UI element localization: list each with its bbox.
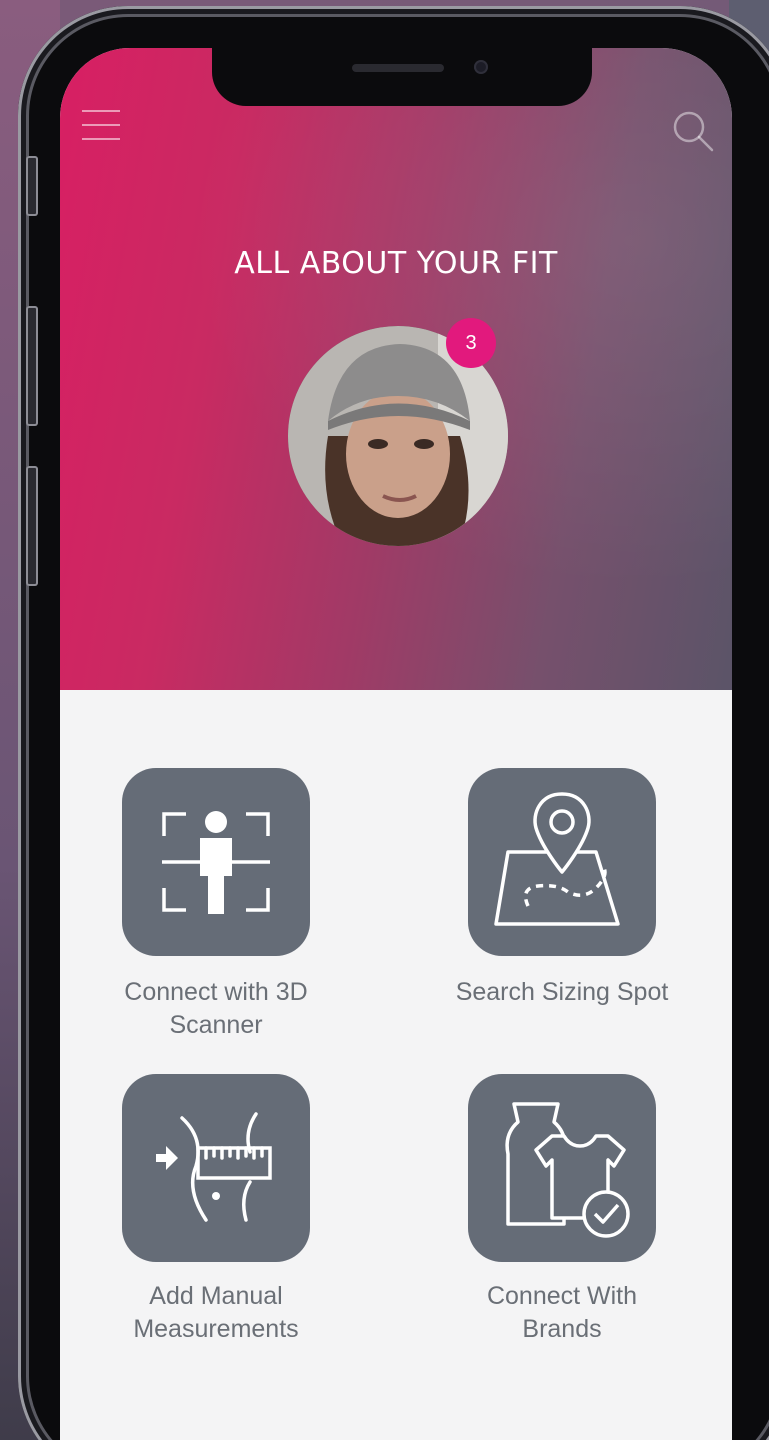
app-screen: ALL ABOUT YOUR FIT 3 Connect with 3D Sca… <box>60 48 732 1440</box>
volume-up-button <box>26 306 38 426</box>
clothing-check-icon <box>505 1102 630 1238</box>
hamburger-menu-icon[interactable] <box>82 110 120 144</box>
label-line-2: Measurements <box>133 1315 299 1343</box>
body-scan-icon <box>162 811 270 914</box>
label-line-1: Search Sizing Spot <box>455 978 669 1006</box>
search-icon[interactable] <box>668 106 716 154</box>
add-manual-measurements-label: Add Manual Measurements <box>76 1280 356 1346</box>
map-pin-icon <box>494 792 620 926</box>
volume-down-button <box>26 466 38 586</box>
mute-switch <box>26 156 38 216</box>
connect-3d-scanner-label: Connect with 3D Scanner <box>76 976 356 1042</box>
speaker-grille <box>352 64 444 72</box>
notification-badge: 3 <box>446 318 496 368</box>
device-notch <box>212 48 592 106</box>
label-line-1: Connect with 3D <box>124 978 308 1006</box>
search-sizing-spot-label: Search Sizing Spot <box>422 976 702 1009</box>
connect-with-brands-label: Connect With Brands <box>422 1280 702 1346</box>
connect-3d-scanner-button[interactable] <box>122 768 310 956</box>
add-manual-measurements-button[interactable] <box>122 1074 310 1262</box>
search-sizing-spot-button[interactable] <box>468 768 656 956</box>
connect-with-brands-button[interactable] <box>468 1074 656 1262</box>
measuring-tape-icon <box>156 1112 272 1222</box>
label-line-1: Add Manual <box>149 1282 283 1310</box>
page-title: ALL ABOUT YOUR FIT <box>234 246 558 281</box>
label-line-2: Brands <box>522 1315 602 1343</box>
label-line-2: Scanner <box>169 1011 263 1039</box>
label-line-1: Connect With <box>486 1282 638 1310</box>
front-camera <box>474 60 488 74</box>
